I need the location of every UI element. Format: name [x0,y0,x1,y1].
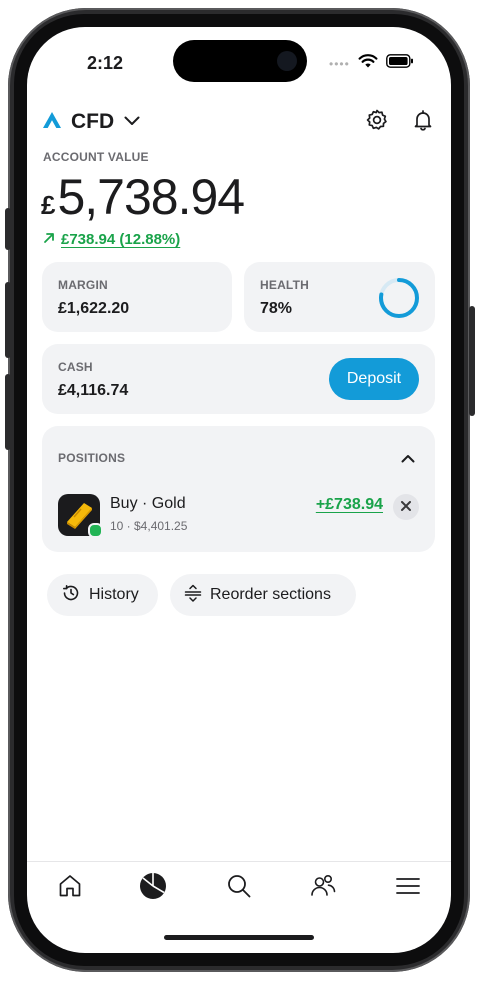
health-value: 78% [260,300,293,317]
battery-icon [385,54,414,73]
position-title: Buy · Gold [110,495,186,512]
action-button [5,208,11,250]
chevron-up-icon[interactable] [401,450,415,468]
history-icon [61,583,81,608]
tab-search[interactable] [224,873,254,903]
power-button [469,306,475,416]
status-icons: •••• [329,53,414,74]
community-icon [309,873,337,904]
volume-down-button [5,374,11,450]
status-time: 2:12 [87,53,124,73]
wifi-icon [358,53,378,74]
reorder-label: Reorder sections [210,586,331,603]
health-card[interactable]: HEALTH 78% [244,262,435,332]
health-gauge [379,278,419,318]
portfolio-icon [139,872,167,905]
cash-card: CASH £4,116.74 Deposit [42,344,435,414]
cash-value: £4,116.74 [58,382,129,399]
account-value-label: ACCOUNT VALUE [43,150,149,164]
logo-icon [43,111,61,133]
margin-card[interactable]: MARGIN £1,622.20 [42,262,232,332]
positions-card: POSITIONS Buy · Gold 10 · $4,401.25 +£73… [42,426,435,552]
tab-portfolio[interactable] [138,872,168,905]
account-selector[interactable]: CFD [43,110,140,134]
history-button[interactable]: History [47,574,158,616]
account-change-text: £738.94 (12.88%) [61,231,181,248]
bell-icon[interactable] [411,108,435,137]
arrow-up-right-icon [43,231,55,248]
close-position-button[interactable] [393,494,419,520]
position-pnl: +£738.94 [315,496,383,513]
top-bar: CFD [43,105,435,139]
chevron-down-icon [124,113,140,131]
tab-bar-divider [27,861,451,862]
tab-menu[interactable] [393,873,423,903]
status-dot [88,523,103,538]
position-subtitle: 10 · $4,401.25 [110,519,188,533]
home-indicator [164,935,314,940]
currency-symbol: £ [41,190,56,220]
margin-label: MARGIN [58,278,108,292]
menu-icon [395,876,421,901]
tab-home[interactable] [55,873,85,903]
account-amount: 5,738.94 [57,169,245,225]
account-type-title: CFD [71,110,115,133]
camera-icon [277,51,297,71]
tab-community[interactable] [308,873,338,903]
gear-icon[interactable] [365,108,389,137]
margin-value: £1,622.20 [58,300,130,317]
account-change[interactable]: £738.94 (12.88%) [43,231,180,248]
account-value: £ 5,738.94 [41,168,245,226]
search-icon [226,873,252,904]
deposit-button[interactable]: Deposit [329,358,419,400]
screen: 2:12 •••• CFD ACCOUNT VALUE £ 5,738.94 £… [27,27,451,953]
reorder-icon [184,584,202,607]
home-icon [57,873,83,904]
positions-label: POSITIONS [58,451,126,465]
cash-label: CASH [58,360,93,374]
history-label: History [89,586,139,603]
signal-dots: •••• [329,56,350,71]
close-icon [401,498,411,516]
volume-up-button [5,282,11,358]
dynamic-island [173,40,307,82]
reorder-sections-button[interactable]: Reorder sections [170,574,356,616]
health-label: HEALTH [260,278,309,292]
